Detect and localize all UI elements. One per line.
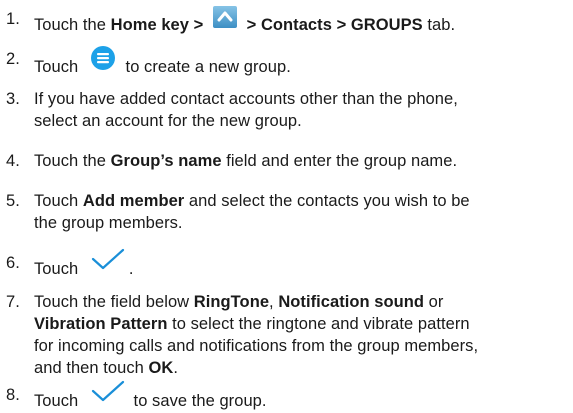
step-text: Touch the Home key > > Contacts > GROUPS… [34,6,568,36]
step-text: If you have added contact accounts other… [34,90,458,130]
step-text: Touch the Group’s name field and enter t… [34,152,458,170]
step-text: Touch to create a new group. [34,46,568,78]
step-text: Touch to save the group. [34,380,568,412]
step-text: Touch . [34,248,568,280]
step-number: 3. [6,90,20,108]
step-number: 6. [6,254,20,272]
apps-launcher-icon [212,6,237,28]
step-number: 1. [6,10,20,28]
step-number: 8. [6,386,20,404]
add-group-icon [90,46,115,70]
step-number: 7. [6,293,20,311]
step-number: 2. [6,50,20,68]
step-number: 4. [6,152,20,170]
checkmark-icon [91,380,129,402]
step-number: 5. [6,192,20,210]
step-text: Touch the field below RingTone, Notifica… [34,293,479,377]
checkmark-icon [91,248,129,270]
step-text: Touch Add member and select the contacts… [34,192,470,232]
